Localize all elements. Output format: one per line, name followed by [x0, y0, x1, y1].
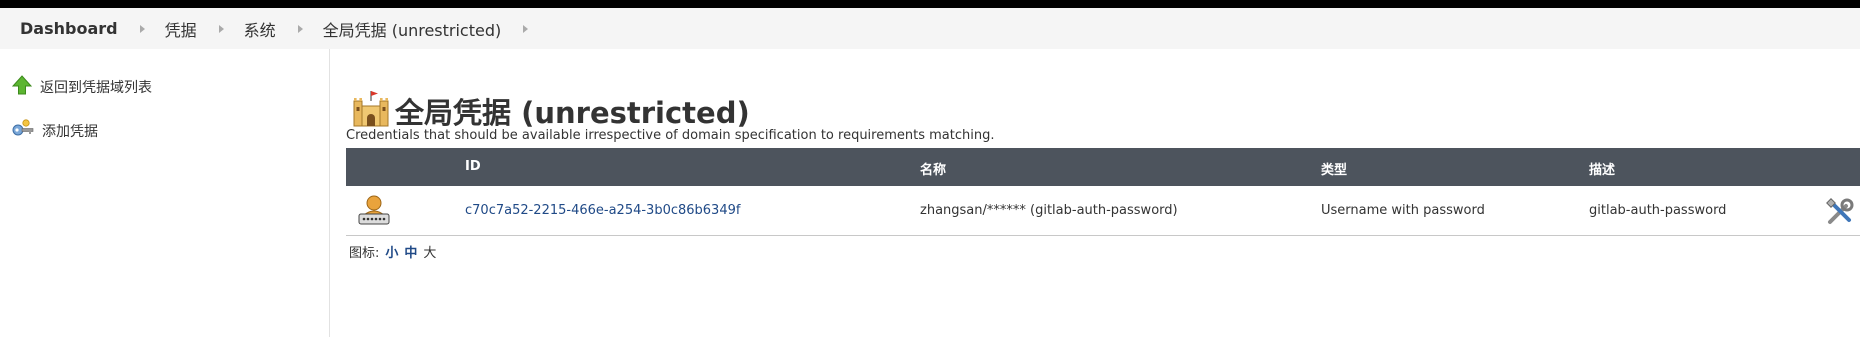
breadcrumb-separator-icon[interactable] — [297, 24, 303, 33]
breadcrumb-system[interactable]: 系统 — [244, 17, 276, 41]
credential-type: Username with password — [1321, 203, 1485, 218]
column-header-name: 名称 — [920, 163, 947, 178]
credentials-table: ID 名称 类型 描述 c70c7a52-2215-466e-a254-3b0c… — [346, 148, 1860, 236]
sidebar-item-label: 添加凭据 — [42, 124, 98, 140]
sidebar-item-label: 返回到凭据域列表 — [40, 80, 152, 96]
column-header-description: 描述 — [1589, 163, 1616, 178]
top-black-bar — [0, 0, 1860, 8]
breadcrumb-separator-icon[interactable] — [218, 24, 224, 33]
breadcrumb-separator-icon[interactable] — [139, 24, 145, 33]
key-icon — [12, 119, 34, 143]
main-panel: 全局凭据 (unrestricted) Credentials that sho… — [346, 49, 1860, 337]
user-password-icon — [357, 195, 391, 231]
configure-tools-icon[interactable] — [1825, 197, 1855, 231]
breadcrumb-global-credentials[interactable]: 全局凭据 (unrestricted) — [323, 17, 502, 41]
icon-size-small[interactable]: 小 — [385, 242, 398, 261]
icon-size-selector: 图标: 小 中 大 — [349, 242, 436, 261]
table-header: ID 名称 类型 描述 — [346, 148, 1860, 186]
breadcrumb-credentials[interactable]: 凭据 — [165, 17, 197, 41]
sidebar-item-add-credentials[interactable]: 添加凭据 — [12, 119, 98, 143]
credential-name: zhangsan/****** (gitlab-auth-password) — [920, 203, 1178, 218]
icon-size-medium[interactable]: 中 — [404, 242, 417, 261]
breadcrumb: Dashboard 凭据 系统 全局凭据 (unrestricted) — [0, 8, 1860, 49]
table-row: c70c7a52-2215-466e-a254-3b0c86b6349f zha… — [346, 186, 1860, 236]
breadcrumb-separator-icon[interactable] — [523, 24, 529, 33]
icon-size-large: 大 — [423, 246, 437, 261]
page-title: 全局凭据 (unrestricted) — [395, 96, 750, 131]
column-header-id: ID — [465, 159, 481, 174]
credential-id-link[interactable]: c70c7a52-2215-466e-a254-3b0c86b6349f — [465, 203, 740, 218]
up-arrow-icon — [11, 75, 33, 99]
page-description: Credentials that should be available irr… — [346, 128, 995, 143]
sidebar-item-back-to-domains[interactable]: 返回到凭据域列表 — [11, 75, 152, 99]
column-header-type: 类型 — [1321, 163, 1348, 178]
castle-icon — [351, 89, 391, 133]
sidebar: 返回到凭据域列表 添加凭据 — [0, 49, 330, 337]
icon-size-label: 图标: — [349, 246, 380, 261]
breadcrumb-dashboard[interactable]: Dashboard — [20, 19, 118, 38]
credential-description: gitlab-auth-password — [1589, 203, 1727, 218]
